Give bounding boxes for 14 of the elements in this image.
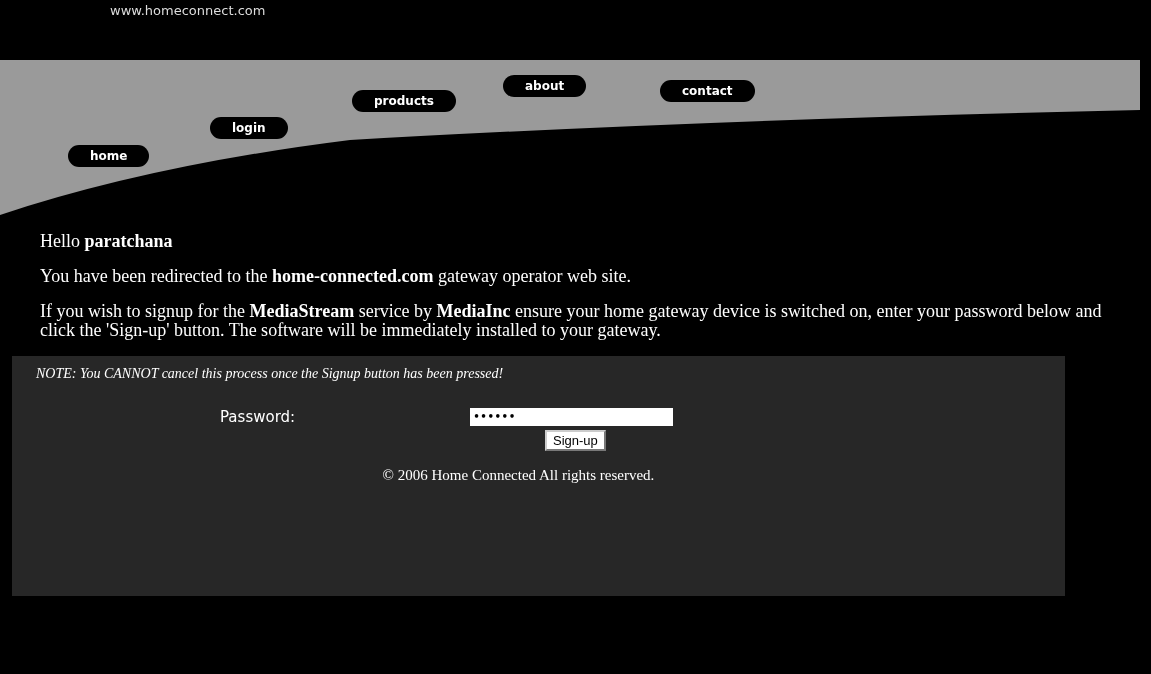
greeting: Hello paratchana	[40, 232, 174, 251]
nav-link[interactable]: home	[68, 145, 150, 167]
copyright: © 2006 Home Connected All rights reserved.	[381, 467, 656, 484]
nav-link[interactable]: about	[503, 75, 587, 97]
warning-note: NOTE: You CANNOT cancel this process once the Signup button has been pressed!	[36, 366, 505, 382]
password-field[interactable]: ••••••	[470, 408, 673, 426]
password-label: Password:	[220, 408, 297, 426]
nav-link[interactable]: products	[352, 90, 456, 112]
signup-button[interactable]: Sign-up	[545, 430, 606, 451]
nav-link[interactable]: login	[210, 117, 288, 139]
paragraph: If you wish to signup for the MediaStream service by MediaInc ensure your home gateway device is switched on, enter your password below and click the 'Sign-up' button. The software will be immediately installed to your gateway.	[40, 302, 1103, 340]
nav-link[interactable]: contact	[660, 80, 755, 102]
site-url: www.homeconnect.com	[110, 3, 266, 18]
paragraph: You have been redirected to the home-connected.com gateway operator web site.	[40, 267, 632, 286]
